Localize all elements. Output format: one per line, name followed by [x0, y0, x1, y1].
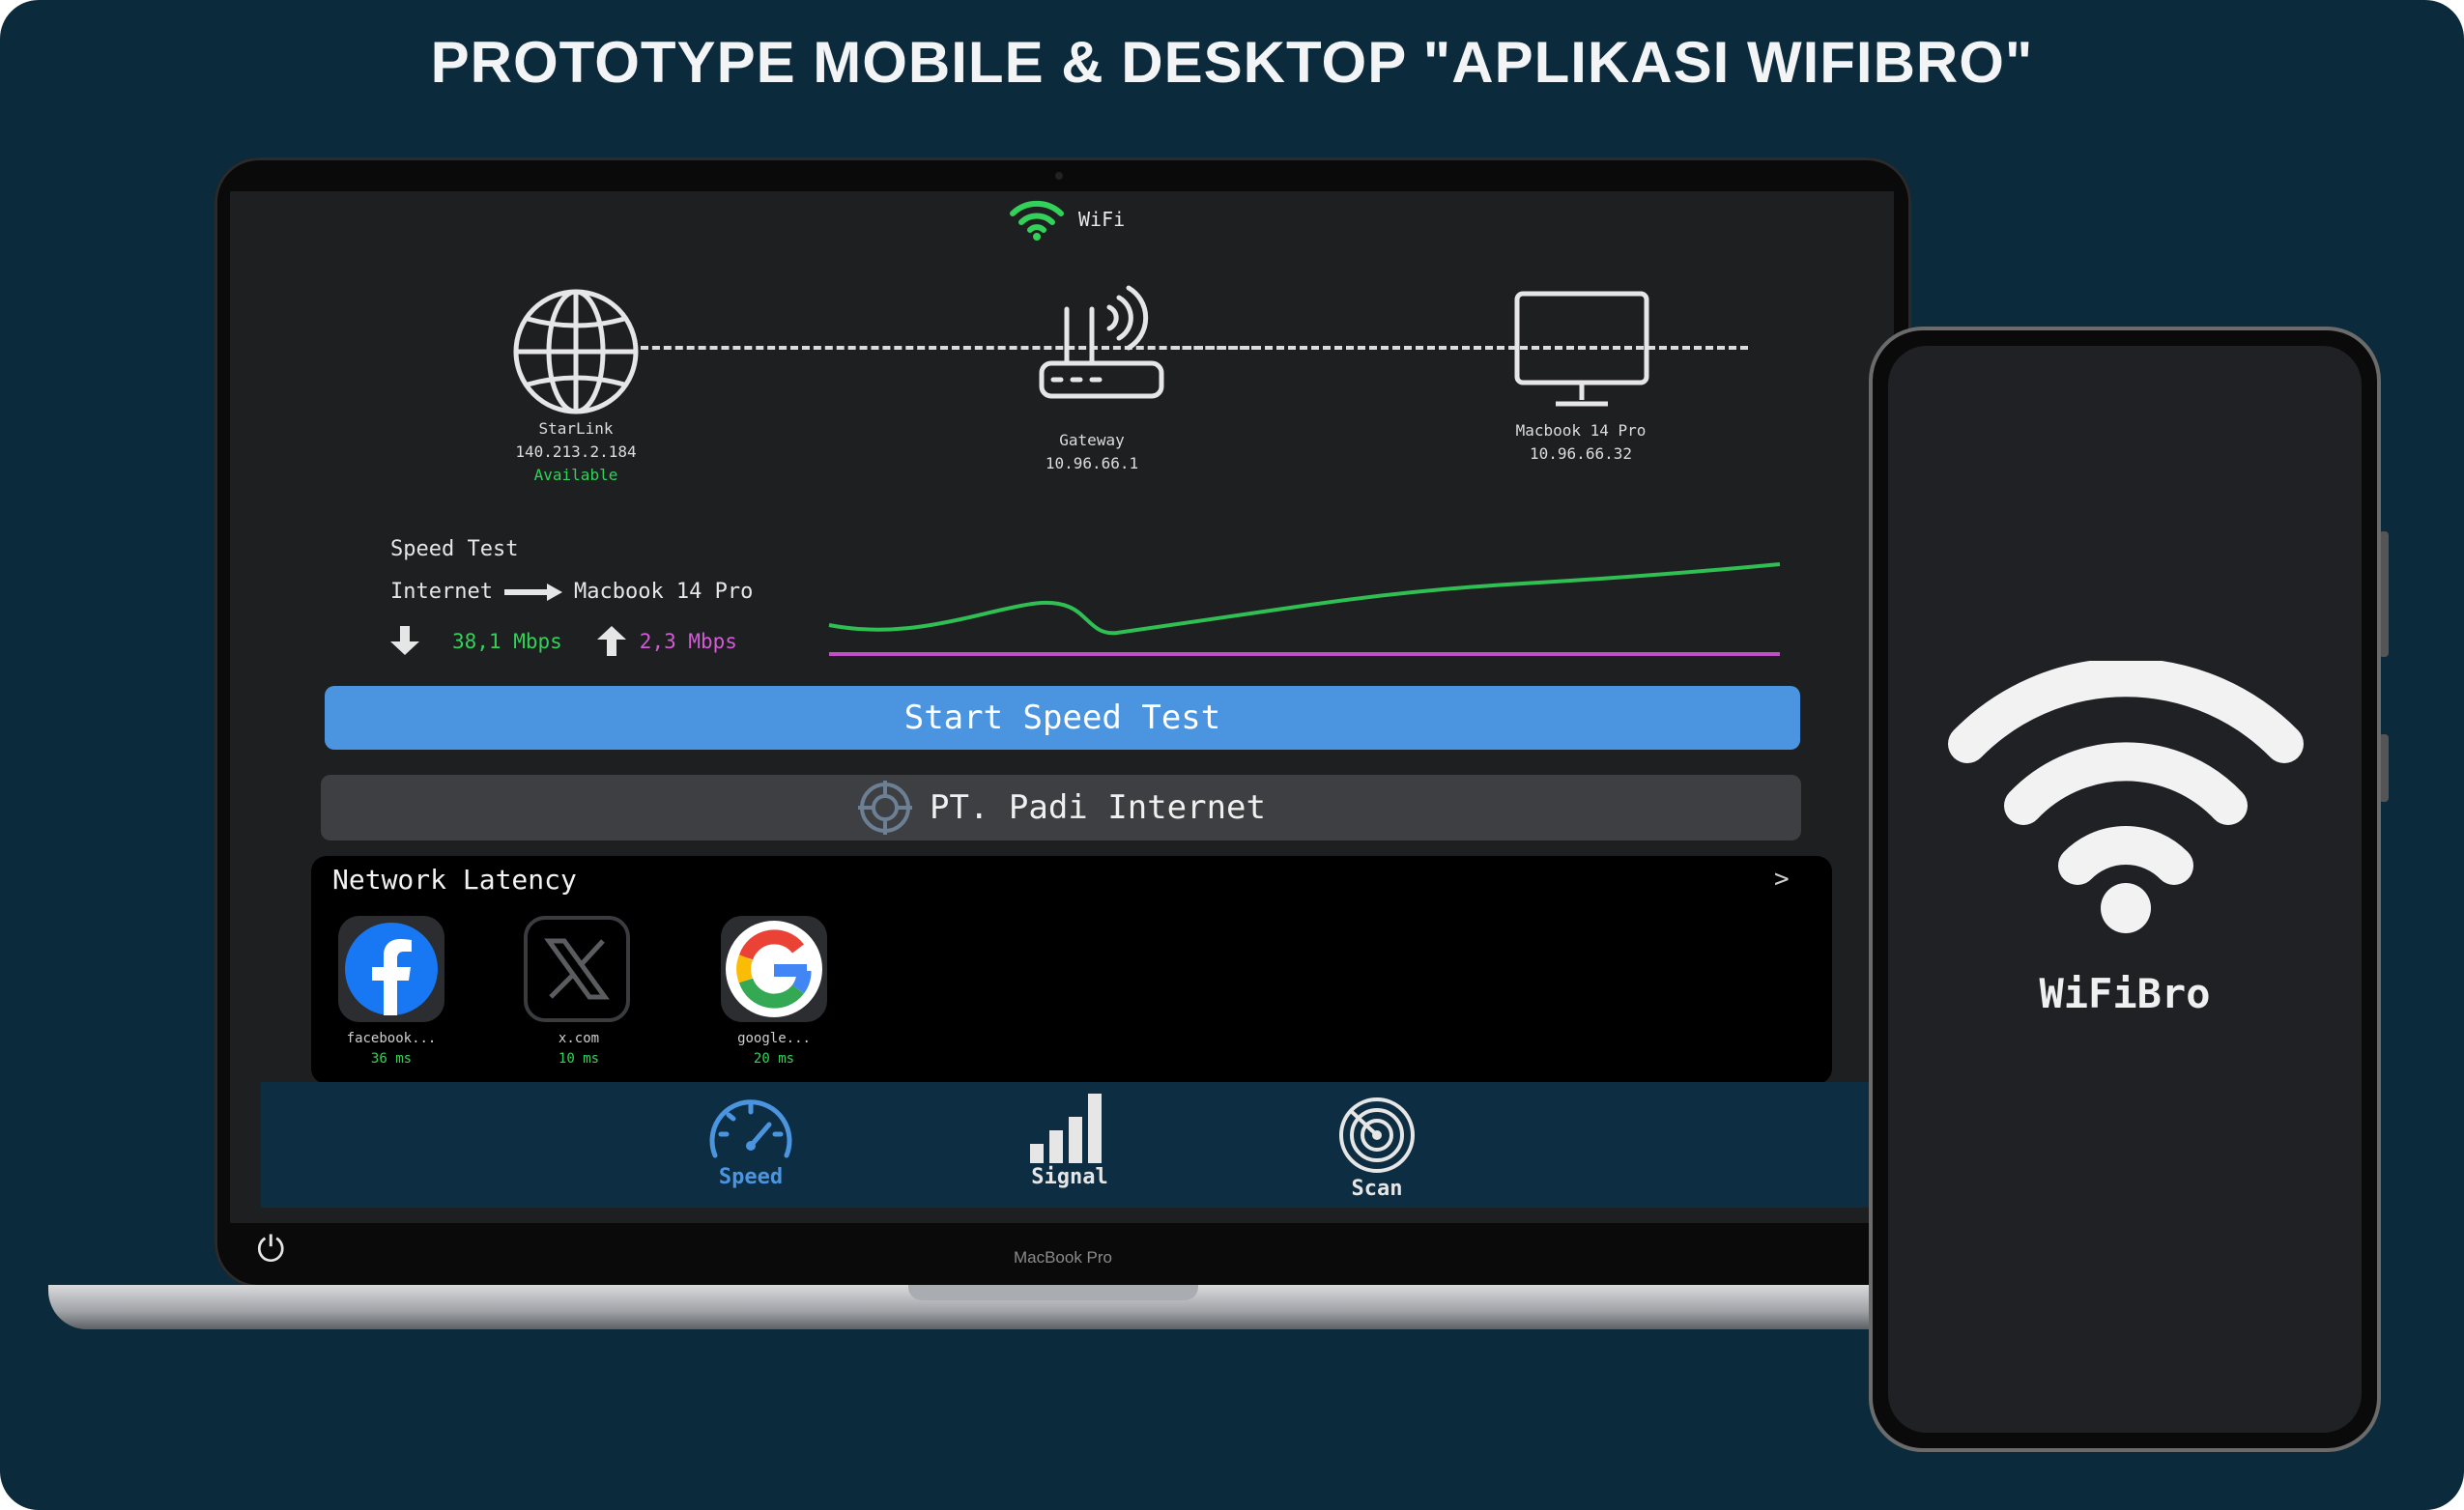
latency-site-ms: 20 ms — [753, 1051, 795, 1067]
latency-expand-button[interactable]: > — [1774, 865, 1790, 894]
laptop-model-label: MacBook Pro — [1013, 1248, 1113, 1267]
google-icon — [726, 921, 822, 1017]
latency-site-ms: 10 ms — [558, 1051, 600, 1067]
latency-site-google[interactable] — [721, 916, 827, 1022]
download-trend-line — [828, 562, 1781, 636]
laptop-camera — [1055, 172, 1063, 180]
upload-icon — [596, 626, 626, 656]
latency-site-name: x.com — [558, 1031, 600, 1046]
isp-name: PT. Padi Internet — [930, 788, 1266, 827]
wifi-status: WiFi — [1009, 198, 1125, 241]
internet-node-name: StarLink — [538, 419, 614, 438]
gateway-node-ip: 10.96.66.1 — [1045, 454, 1139, 472]
download-icon — [390, 626, 419, 655]
download-speed: 38,1 Mbps — [452, 630, 562, 653]
tab-signal[interactable]: Signal — [1017, 1090, 1123, 1189]
radar-icon — [1339, 1097, 1415, 1173]
latency-site-ms: 36 ms — [370, 1051, 413, 1067]
link-gateway-device — [1172, 346, 1748, 350]
route-to: Macbook 14 Pro — [573, 580, 754, 604]
tab-scan-label: Scan — [1351, 1177, 1403, 1201]
internet-node-status: Available — [533, 466, 618, 484]
headline: PROTOTYPE MOBILE & DESKTOP "APLIKASI WIF… — [430, 30, 2034, 95]
device-node-ip: 10.96.66.32 — [1530, 444, 1632, 463]
upload-speed: 2,3 Mbps — [639, 630, 737, 653]
tab-speed[interactable]: Speed — [698, 1096, 804, 1189]
latency-site-name: facebook... — [346, 1031, 437, 1046]
power-icon: ⏻ — [257, 1230, 285, 1269]
speed-test-values: 38,1 Mbps 2,3 Mbps — [390, 626, 737, 657]
gateway-node-label: Gateway 10.96.66.1 — [976, 429, 1208, 475]
laptop-notch — [908, 1285, 1198, 1300]
device-node-name: Macbook 14 Pro — [1515, 421, 1647, 440]
tab-speed-label: Speed — [718, 1165, 784, 1189]
speed-test-title: Speed Test — [390, 537, 519, 561]
phone-app-name: WiFiBro — [2039, 970, 2211, 1017]
tab-scan[interactable]: Scan — [1324, 1096, 1430, 1201]
showcase-panel: PROTOTYPE MOBILE & DESKTOP "APLIKASI WIF… — [0, 0, 2464, 1510]
wifi-icon — [1948, 661, 2304, 933]
latency-site-facebook[interactable] — [338, 916, 444, 1022]
facebook-icon — [345, 923, 438, 1015]
route-from: Internet — [390, 580, 493, 604]
internet-node-ip: 140.213.2.184 — [515, 442, 637, 461]
device-node-label: Macbook 14 Pro 10.96.66.32 — [1465, 419, 1697, 466]
globe-icon[interactable] — [510, 286, 642, 417]
latency-title: Network Latency — [332, 864, 577, 896]
monitor-icon[interactable] — [1513, 290, 1650, 410]
isp-bar[interactable]: PT. Padi Internet — [321, 775, 1801, 840]
start-speed-test-button[interactable]: Start Speed Test — [325, 686, 1800, 750]
arrow-right-icon — [503, 583, 562, 601]
speed-chart — [828, 562, 1781, 656]
latency-site-x[interactable] — [524, 916, 630, 1022]
wifi-status-label: WiFi — [1078, 208, 1126, 231]
tab-signal-label: Signal — [1031, 1165, 1108, 1189]
x-icon — [544, 938, 610, 1000]
wifi-icon — [1010, 200, 1064, 241]
speed-test-route: Internet Macbook 14 Pro — [390, 580, 753, 604]
router-icon[interactable] — [1034, 280, 1169, 415]
gateway-node-name: Gateway — [1059, 431, 1125, 449]
signal-bars-icon — [1030, 1094, 1102, 1163]
internet-node-label: StarLink 140.213.2.184 Available — [460, 417, 692, 487]
speedometer-icon — [709, 1099, 792, 1158]
latency-site-name: google... — [737, 1031, 811, 1046]
crosshair-icon — [858, 781, 912, 835]
